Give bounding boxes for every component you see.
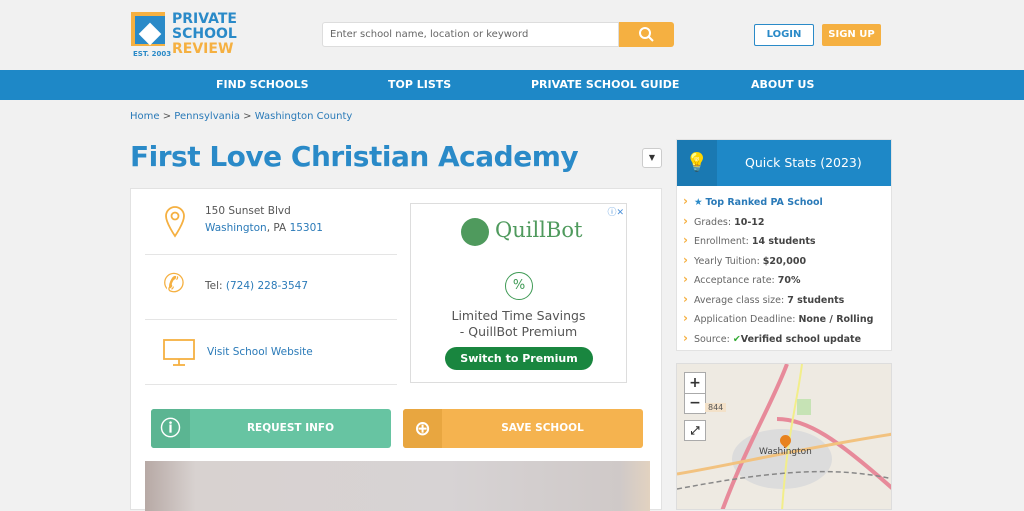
city-link[interactable]: Washington — [205, 222, 267, 234]
request-info-button[interactable]: ⓘ REQUEST INFO — [151, 409, 391, 448]
stat-item: Grades: 10-12 — [683, 212, 891, 232]
search-input[interactable]: Enter school name, location or keyword — [322, 22, 619, 47]
login-button[interactable]: LOGIN — [754, 24, 814, 46]
page-title: First Love Christian Academy — [130, 140, 579, 173]
website-row: Visit School Website — [145, 320, 397, 385]
fullscreen-button[interactable]: ⤢ — [684, 420, 706, 441]
stat-item: Enrollment: 14 students — [683, 231, 891, 251]
lightbulb-icon: 💡 — [677, 140, 717, 186]
check-icon: ✔ — [732, 333, 741, 345]
zoom-in-button[interactable]: + — [684, 372, 706, 394]
search-icon — [639, 27, 654, 42]
stat-item: Application Deadline: None / Rolling — [683, 309, 891, 329]
phone-link[interactable]: (724) 228-3547 — [226, 280, 308, 292]
percent-badge-icon: % — [505, 272, 533, 300]
breadcrumb: Home > Pennsylvania > Washington County — [130, 111, 353, 122]
nav-private-school-guide[interactable]: PRIVATE SCHOOL GUIDE — [531, 70, 679, 100]
header: EST. 2003 PRIVATE SCHOOL REVIEW Enter sc… — [0, 0, 1024, 70]
location-pin-icon — [165, 206, 185, 238]
monitor-icon — [163, 339, 195, 366]
map[interactable]: + − 844 ⤢ Washington — [676, 363, 892, 510]
quillbot-logo-icon — [461, 218, 489, 246]
logo[interactable]: EST. 2003 PRIVATE SCHOOL REVIEW — [131, 12, 251, 58]
plus-circle-icon: ⊕ — [403, 409, 442, 448]
quick-stats-panel: 💡Quick Stats (2023) ★ Top Ranked PA Scho… — [676, 139, 892, 351]
stat-item: Average class size: 7 students — [683, 290, 891, 310]
ad-close-icon[interactable]: ⓘ✕ — [607, 205, 624, 218]
signup-button[interactable]: SIGN UP — [822, 24, 881, 46]
search-button[interactable] — [619, 22, 674, 47]
info-icon: ⓘ — [151, 409, 190, 448]
stat-item: Acceptance rate: 70% — [683, 270, 891, 290]
phone-row: ✆ Tel: (724) 228-3547 — [145, 255, 397, 320]
school-photo[interactable] — [145, 461, 650, 511]
phone-icon: ✆ — [163, 269, 185, 299]
main-nav: FIND SCHOOLS TOP LISTS PRIVATE SCHOOL GU… — [0, 70, 1024, 100]
breadcrumb-home[interactable]: Home — [130, 111, 160, 122]
top-ranked-link[interactable]: ★ Top Ranked PA School — [683, 192, 891, 212]
website-link[interactable]: Visit School Website — [207, 346, 313, 358]
nav-find-schools[interactable]: FIND SCHOOLS — [216, 70, 309, 100]
breadcrumb-state[interactable]: Pennsylvania — [174, 111, 240, 122]
save-school-button[interactable]: ⊕ SAVE SCHOOL — [403, 409, 643, 448]
nav-about-us[interactable]: ABOUT US — [751, 70, 814, 100]
advertisement[interactable]: ⓘ✕ QuillBot % Limited Time Savings - Quil… — [410, 203, 627, 383]
ad-cta-button[interactable]: Switch to Premium — [445, 347, 593, 370]
zoom-out-button[interactable]: − — [684, 393, 706, 414]
nav-top-lists[interactable]: TOP LISTS — [388, 70, 451, 100]
stat-item: Yearly Tuition: $20,000 — [683, 251, 891, 271]
star-icon: ★ — [693, 197, 703, 208]
dropdown-button[interactable]: ▼ — [642, 148, 662, 168]
breadcrumb-county[interactable]: Washington County — [255, 111, 353, 122]
zip-link[interactable]: 15301 — [290, 222, 323, 234]
stat-source: Source: ✔Verified school update — [683, 329, 891, 349]
school-card: 150 Sunset Blvd Washington, PA 15301 ✆ Te… — [130, 188, 662, 511]
address-row: 150 Sunset Blvd Washington, PA 15301 — [145, 189, 397, 255]
street: 150 Sunset Blvd — [205, 205, 291, 217]
